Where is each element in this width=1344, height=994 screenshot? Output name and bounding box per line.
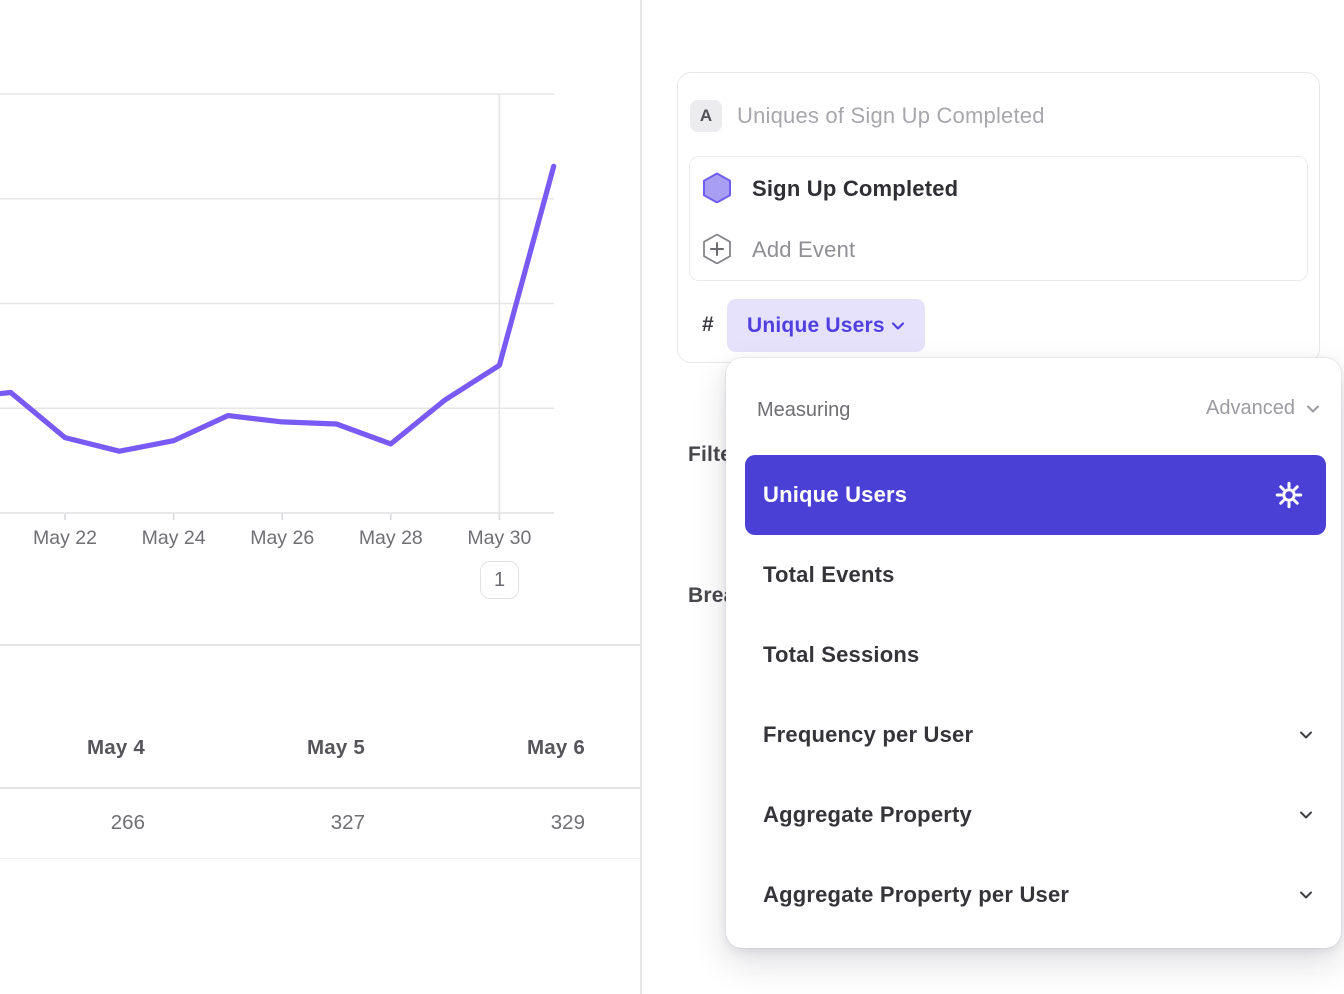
x-axis-label: May 24 xyxy=(142,527,206,549)
annotation-marker[interactable]: 1 xyxy=(480,561,519,599)
measuring-dropdown-menu: Measuring Advanced Unique Users Total Eve… xyxy=(726,358,1341,948)
dropdown-item-label: Total Sessions xyxy=(763,642,919,668)
table-header-cell[interactable]: May 5 xyxy=(145,733,365,763)
dropdown-item-label: Unique Users xyxy=(763,482,907,508)
metric-card: A Uniques of Sign Up Completed Sign Up C… xyxy=(677,72,1320,363)
dropdown-item-aggregate-property[interactable]: Aggregate Property xyxy=(726,775,1341,855)
table-value-cell: 327 xyxy=(145,808,365,838)
x-axis-label: May 30 xyxy=(467,527,531,549)
chevron-down-icon xyxy=(889,317,907,335)
table-bottom-divider xyxy=(0,858,641,859)
dropdown-item-total-sessions[interactable]: Total Sessions xyxy=(726,615,1341,695)
dropdown-item-label: Aggregate Property per User xyxy=(763,882,1069,908)
line-chart[interactable]: May 22 May 24 May 26 May 28 May 30 xyxy=(0,0,641,620)
x-axis-label: May 26 xyxy=(250,527,314,549)
dropdown-item-total-events[interactable]: Total Events xyxy=(726,535,1341,615)
chevron-down-icon xyxy=(1297,806,1315,824)
event-hexagon-icon xyxy=(702,172,732,203)
dropdown-item-list: Unique Users Total Events Total Sessions Fr… xyxy=(726,455,1341,935)
event-row-sign-up-completed[interactable]: Sign Up Completed xyxy=(690,157,1307,219)
series-a-badge: A xyxy=(690,100,722,132)
dropdown-item-unique-users[interactable]: Unique Users xyxy=(745,455,1326,535)
chart-pane: May 22May 24May 26May 28May 30 1 May 4Ma… xyxy=(0,0,641,994)
chevron-down-icon xyxy=(1297,726,1315,744)
measurement-hash: # xyxy=(702,313,714,337)
x-axis-label: May 28 xyxy=(359,527,423,549)
advanced-toggle-label: Advanced xyxy=(1206,397,1295,420)
event-name: Sign Up Completed xyxy=(752,176,958,202)
table-top-divider xyxy=(0,644,641,646)
insights-screen: May 22May 24May 26May 28May 30 1 May 4Ma… xyxy=(0,0,1344,994)
dropdown-item-label: Total Events xyxy=(763,562,895,588)
table-value-cell: 266 xyxy=(0,808,145,838)
table-header-cell[interactable]: May 6 xyxy=(365,733,585,763)
chevron-down-icon xyxy=(1304,400,1322,418)
gear-icon[interactable] xyxy=(1274,480,1304,510)
measurement-chip[interactable]: Unique Users xyxy=(727,299,925,352)
chevron-down-icon xyxy=(1297,886,1315,904)
table-value-cell: 329 xyxy=(365,808,585,838)
metric-title: Uniques of Sign Up Completed xyxy=(737,100,1045,132)
dropdown-item-label: Aggregate Property xyxy=(763,802,972,828)
add-event-label: Add Event xyxy=(752,237,855,263)
x-axis-label: May 22 xyxy=(33,527,97,549)
dropdown-item-aggregate-property-per-user[interactable]: Aggregate Property per User xyxy=(726,855,1341,935)
table-header-divider xyxy=(0,787,641,789)
add-event-button[interactable]: Add Event xyxy=(690,219,1307,281)
query-builder-pane: A Uniques of Sign Up Completed Sign Up C… xyxy=(642,0,1344,994)
dropdown-item-label: Frequency per User xyxy=(763,722,973,748)
dropdown-title: Measuring xyxy=(757,399,850,422)
advanced-toggle[interactable]: Advanced xyxy=(1206,397,1322,420)
event-list-card: Sign Up Completed Add Event xyxy=(689,156,1308,281)
add-event-icon xyxy=(702,233,732,264)
dropdown-item-frequency-per-user[interactable]: Frequency per User xyxy=(726,695,1341,775)
measurement-chip-label: Unique Users xyxy=(747,314,885,338)
table-header-cell[interactable]: May 4 xyxy=(0,733,145,763)
